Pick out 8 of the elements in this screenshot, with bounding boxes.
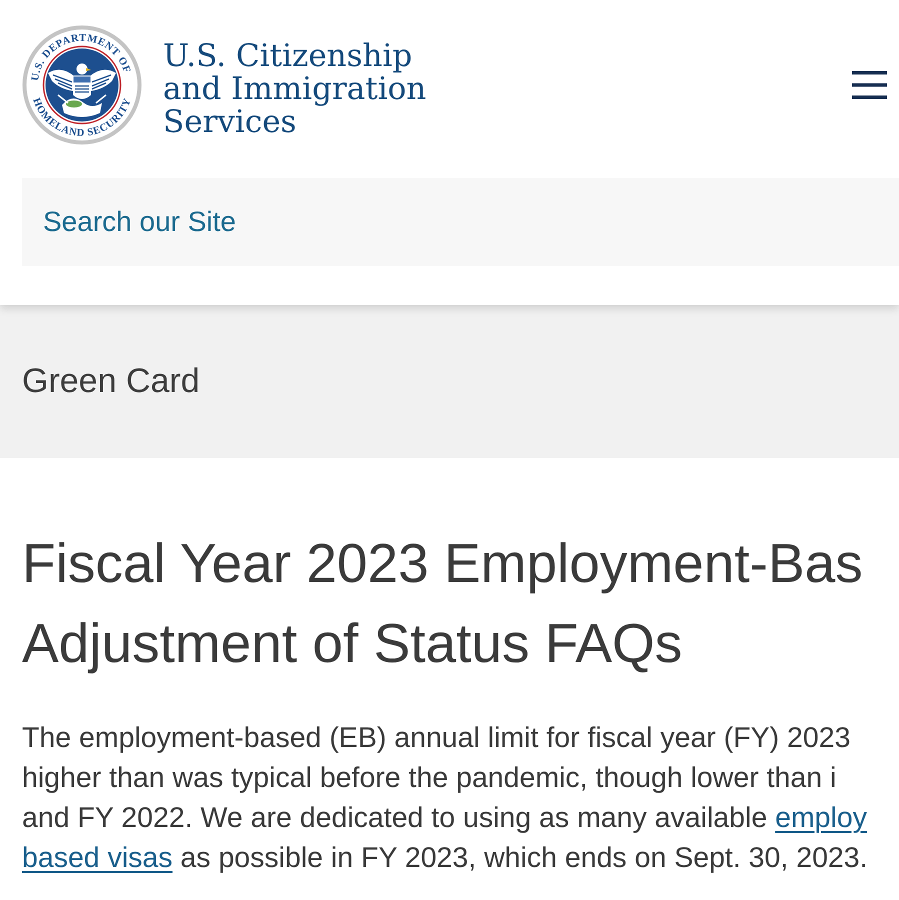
intro-paragraph: The employment-based (EB) annual limit for fiscal year (FY) 2023 higher than was typical before the pandemic, though lower than i and FY 2022. We are dedicated to using as many available employ based visas as possible in FY 2023, which ends on Sept. 30, 2023. [22,721,869,876]
inline-link[interactable]: employ [775,802,867,834]
menu-icon [852,71,887,99]
search-field[interactable]: Search our Site [22,178,899,266]
inline-link[interactable]: based visas [22,842,173,874]
agency-name: U.S. Citizenship and Immigration Services [163,40,426,138]
section-title: Green Card [22,361,200,402]
page-heading: Fiscal Year 2023 Employment-Bas Adjustment of Status FAQs [22,531,864,676]
